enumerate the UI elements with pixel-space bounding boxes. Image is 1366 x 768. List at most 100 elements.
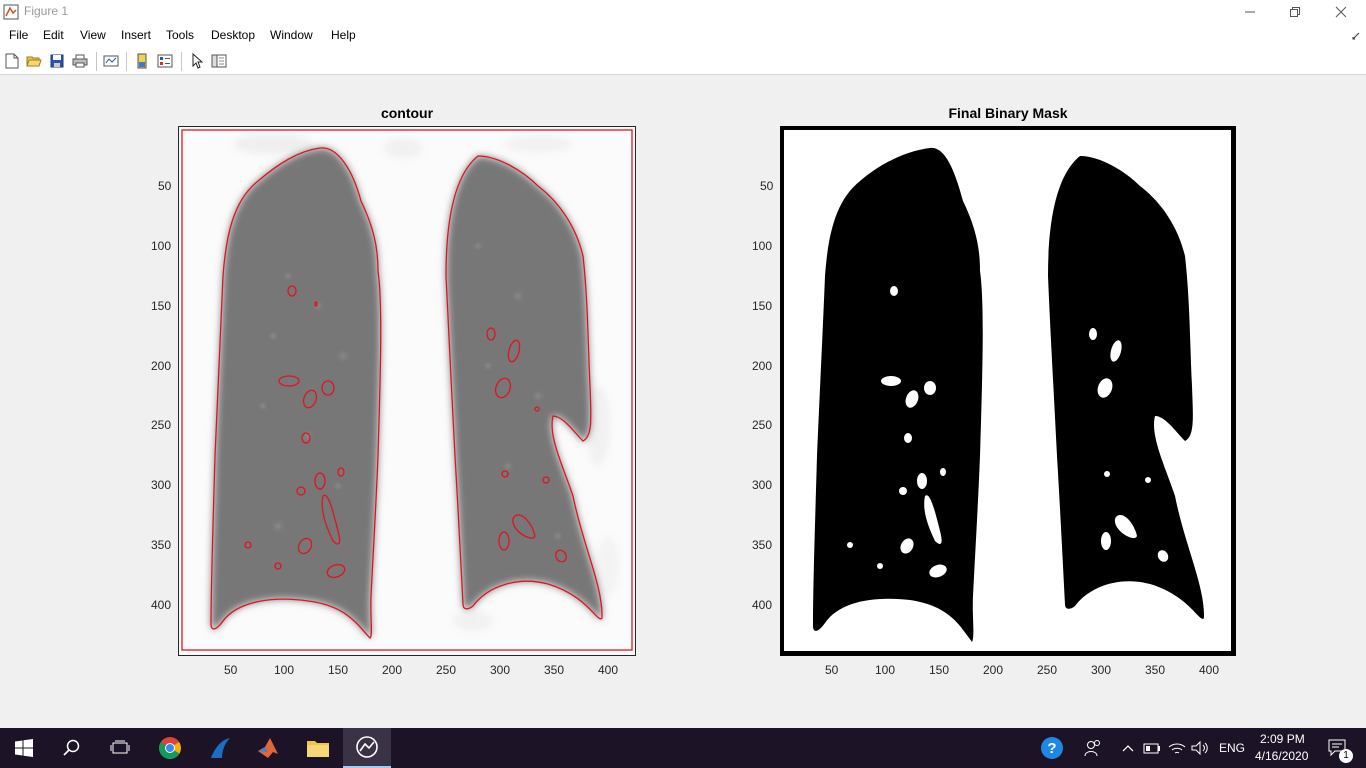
help-tray-button[interactable]: ?: [1029, 728, 1075, 768]
y-tick: 50: [158, 179, 172, 193]
chrome-icon: [159, 737, 181, 759]
y-tick: 300: [151, 478, 172, 492]
x-tick: 100: [875, 663, 896, 677]
folder-open-icon: [26, 56, 42, 67]
close-button[interactable]: [1318, 0, 1364, 24]
y-tick: 100: [752, 239, 773, 253]
save-icon: [50, 54, 64, 68]
x-tick: 150: [328, 663, 349, 677]
minimize-button[interactable]: [1227, 0, 1273, 24]
menu-edit[interactable]: Edit: [43, 28, 64, 42]
property-inspector-button[interactable]: [210, 52, 228, 70]
restore-button[interactable]: [1272, 0, 1318, 24]
menu-bar: File Edit View Insert Tools Desktop Wind…: [0, 24, 1366, 48]
menu-desktop[interactable]: Desktop: [211, 28, 255, 42]
menu-insert[interactable]: Insert: [121, 28, 151, 42]
x-tick: 200: [983, 663, 1004, 677]
x-tick: 50: [224, 663, 238, 677]
task-view-icon: [110, 740, 130, 754]
cursor-arrow-icon: [192, 53, 203, 69]
menu-help[interactable]: Help: [331, 28, 356, 42]
people-tray-button[interactable]: [1070, 728, 1116, 768]
battery-icon: [1143, 743, 1160, 754]
clock-date[interactable]: 4/16/2020: [1255, 749, 1308, 763]
matlab-figure-icon: [3, 4, 19, 20]
x-tick: 50: [825, 663, 839, 677]
file-explorer-taskbar-button[interactable]: [294, 728, 342, 768]
new-figure-button[interactable]: [3, 52, 21, 70]
menu-file[interactable]: File: [9, 28, 28, 42]
y-tick: 200: [151, 359, 172, 373]
wifi-tray-button[interactable]: [1166, 728, 1188, 768]
window-title: Figure 1: [24, 4, 69, 18]
x-tick: 300: [1091, 663, 1112, 677]
dock-arrow-icon[interactable]: [1352, 32, 1360, 40]
task-view-button[interactable]: [96, 728, 144, 768]
title-bar: Figure 1: [0, 0, 1366, 24]
y-tick: 350: [151, 538, 172, 552]
x-tick: 300: [490, 663, 511, 677]
toolbar-separator: [96, 52, 97, 71]
volume-icon: [1191, 741, 1208, 755]
print-button[interactable]: [71, 52, 89, 70]
y-tick: 250: [752, 418, 773, 432]
chrome-taskbar-button[interactable]: [146, 728, 194, 768]
x-tick: 350: [544, 663, 565, 677]
battery-tray-button[interactable]: [1141, 728, 1163, 768]
matlab-taskbar-button[interactable]: [244, 728, 292, 768]
x-tick: 100: [274, 663, 295, 677]
left-axes-title: contour: [380, 105, 434, 121]
y-tick: 400: [151, 598, 172, 612]
y-tick: 250: [151, 418, 172, 432]
wireshark-fin-icon: [211, 738, 230, 758]
matlab-figure-icon: [356, 736, 378, 758]
figure-window-taskbar-button[interactable]: [343, 728, 391, 768]
close-icon: [1335, 6, 1347, 18]
menu-view[interactable]: View: [80, 28, 106, 42]
insert-colorbar-button[interactable]: [133, 52, 151, 70]
insert-legend-button[interactable]: [156, 52, 174, 70]
taskbar: ? ENG 2:09 PM 4/16/2020 1: [0, 728, 1366, 768]
y-tick: 200: [752, 359, 773, 373]
printer-icon: [72, 54, 88, 68]
edit-plot-button[interactable]: [188, 52, 206, 70]
folder-icon: [307, 741, 329, 757]
windows-logo-icon: [15, 739, 33, 757]
y-tick: 100: [151, 239, 172, 253]
menu-tools[interactable]: Tools: [166, 28, 194, 42]
matlab-icon: [258, 738, 278, 758]
y-tick: 400: [752, 598, 773, 612]
menu-window[interactable]: Window: [270, 28, 313, 42]
wifi-icon: [1168, 743, 1186, 754]
y-tick: 350: [752, 538, 773, 552]
open-file-button[interactable]: [25, 52, 43, 70]
new-document-icon: [5, 53, 19, 69]
toolbar-separator: [181, 52, 182, 71]
volume-tray-button[interactable]: [1189, 728, 1211, 768]
start-button[interactable]: [0, 728, 48, 768]
legend-icon: [157, 54, 173, 68]
figure-canvas: contour 50 100 150 200 250 300 350 400 5…: [0, 76, 1366, 728]
x-tick: 250: [436, 663, 457, 677]
toolbar-separator: [126, 52, 127, 71]
binary-mask-axes[interactable]: [780, 126, 1236, 656]
contour-axes[interactable]: [178, 126, 636, 656]
plot-tools-icon: [211, 54, 227, 68]
chevron-up-icon: [1122, 745, 1134, 752]
y-tick: 300: [752, 478, 773, 492]
x-tick: 400: [1199, 663, 1220, 677]
search-button[interactable]: [48, 728, 96, 768]
link-plot-icon: [103, 55, 119, 67]
save-button[interactable]: [48, 52, 66, 70]
x-tick: 350: [1145, 663, 1166, 677]
right-axes-title: Final Binary Mask: [948, 105, 1068, 121]
show-hidden-icons-button[interactable]: [1117, 728, 1139, 768]
clock-time[interactable]: 2:09 PM: [1260, 732, 1305, 746]
wireshark-taskbar-button[interactable]: [196, 728, 244, 768]
language-indicator[interactable]: ENG: [1219, 741, 1245, 755]
action-center-button[interactable]: 1: [1318, 728, 1358, 768]
minimize-icon: [1245, 11, 1255, 13]
link-plot-button[interactable]: [102, 52, 120, 70]
notification-badge: 1: [1339, 749, 1353, 763]
svg-text:?: ?: [1047, 740, 1056, 757]
